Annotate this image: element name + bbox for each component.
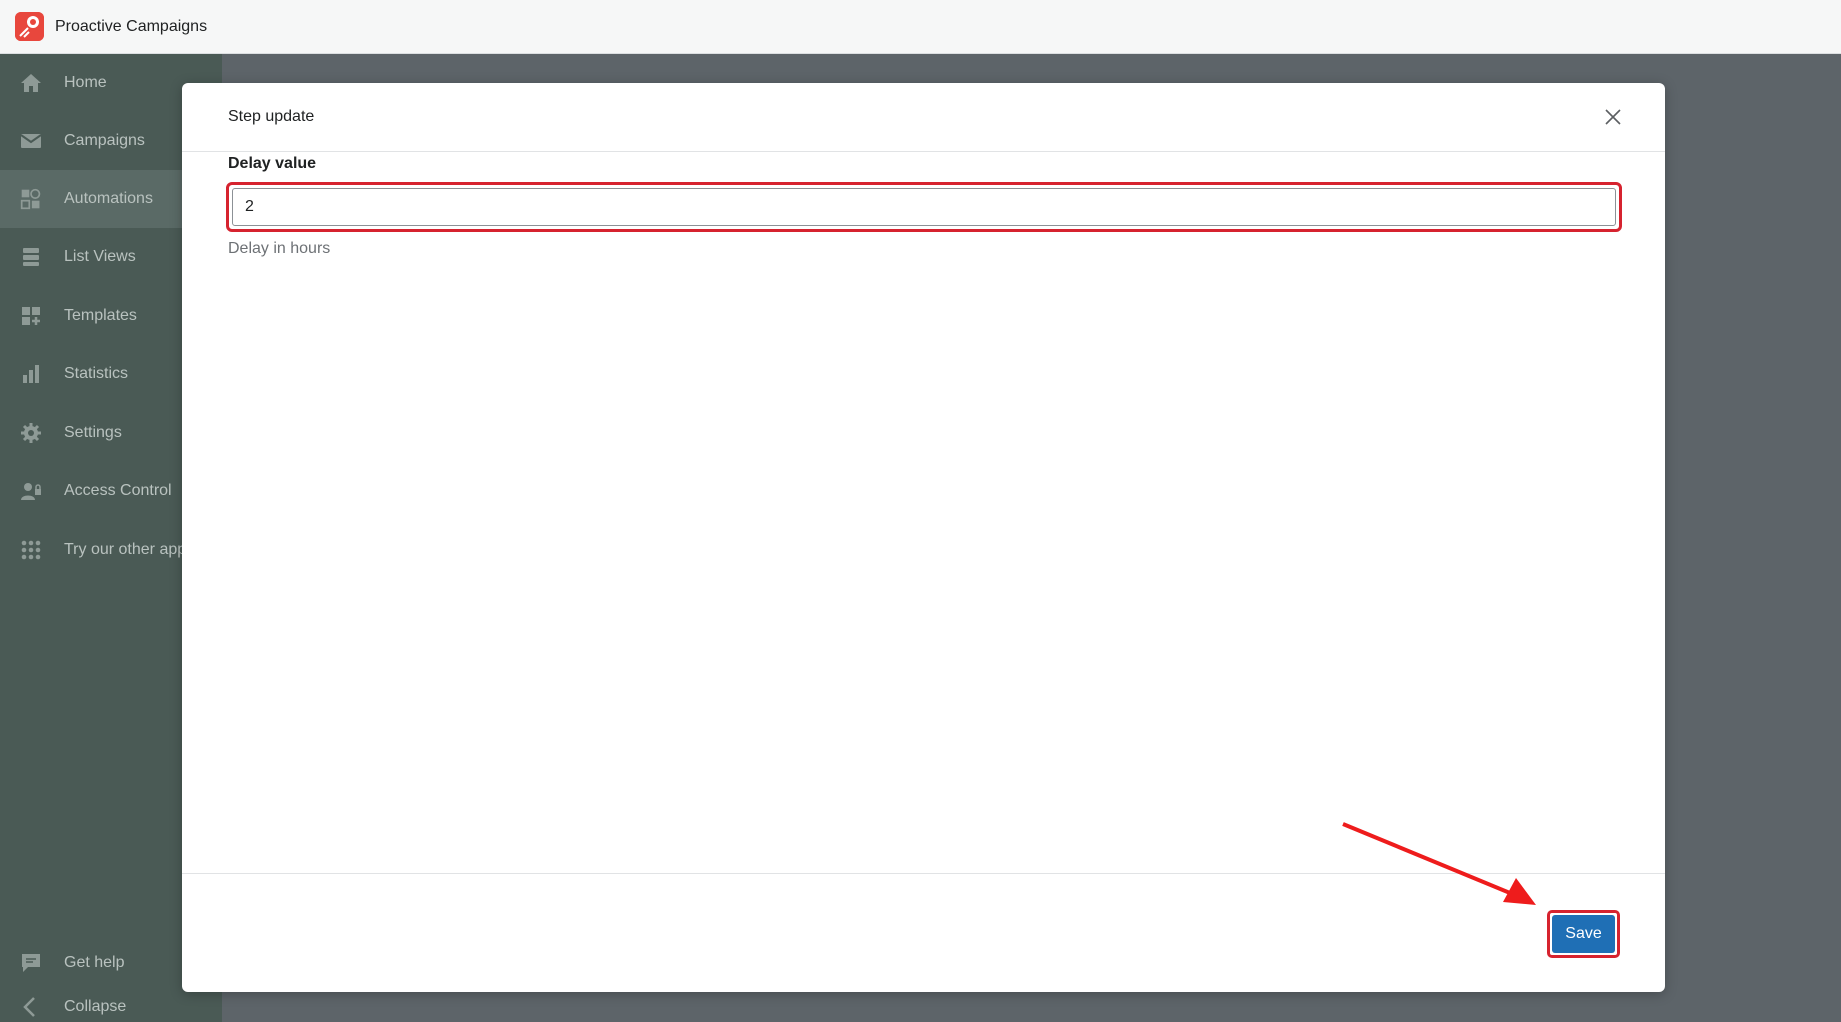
- modal-title: Step update: [228, 108, 315, 125]
- templates-icon: [20, 305, 42, 327]
- mail-icon: [20, 130, 42, 152]
- delay-value-highlight: [226, 182, 1622, 232]
- close-button[interactable]: [1601, 105, 1625, 129]
- bar-chart-icon: [20, 363, 42, 385]
- delay-value-label: Delay value: [228, 155, 317, 172]
- sidebar-item-label: Access Control: [64, 482, 172, 499]
- list-icon: [20, 246, 42, 268]
- sidebar-item-label: Get help: [64, 954, 125, 971]
- footer-divider: [182, 873, 1665, 874]
- save-button-highlight: Save: [1547, 910, 1620, 958]
- sidebar-item-label: List Views: [64, 248, 136, 265]
- delay-help-text: Delay in hours: [228, 240, 331, 257]
- sidebar-item-collapse[interactable]: Collapse: [0, 992, 222, 1022]
- sidebar-item-label: Statistics: [64, 365, 129, 382]
- gear-icon: [20, 422, 42, 444]
- save-button[interactable]: Save: [1552, 915, 1615, 953]
- sidebar-item-label: Campaigns: [64, 132, 145, 149]
- sidebar-item-label: Settings: [64, 424, 122, 441]
- chat-icon: [20, 952, 42, 974]
- sidebar-item-label: Collapse: [64, 998, 127, 1015]
- sidebar-item-label: Home: [64, 74, 107, 91]
- app-logo-icon: [15, 12, 44, 41]
- step-update-modal: Step update Delay value Delay in hours S…: [182, 83, 1665, 992]
- delay-value-input[interactable]: [232, 188, 1616, 226]
- chevron-left-icon: [20, 996, 42, 1018]
- automation-icon: [20, 188, 42, 210]
- grid-dots-icon: [20, 539, 42, 561]
- modal-header: Step update: [182, 83, 1665, 152]
- app-title: Proactive Campaigns: [55, 17, 208, 35]
- user-lock-icon: [20, 480, 42, 502]
- sidebar-item-label: Try our other apps: [64, 541, 195, 558]
- sidebar-item-label: Templates: [64, 307, 137, 324]
- top-bar: Proactive Campaigns: [0, 0, 1841, 54]
- home-icon: [20, 72, 42, 94]
- close-icon: [1605, 109, 1621, 125]
- sidebar-item-label: Automations: [64, 190, 153, 207]
